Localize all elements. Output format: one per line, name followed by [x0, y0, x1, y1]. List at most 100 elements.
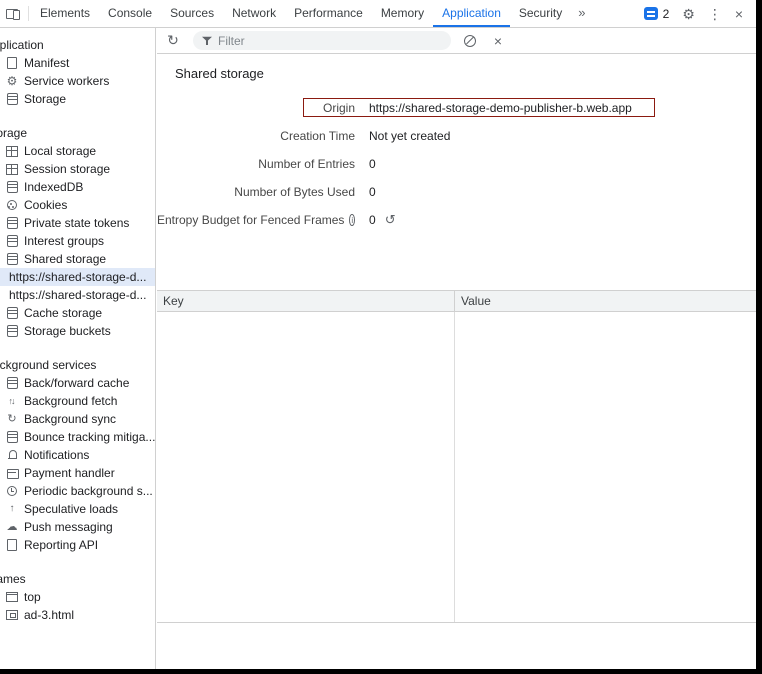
- sidebar-item-local-storage[interactable]: Local storage: [0, 142, 155, 160]
- sidebar-item-push-messaging[interactable]: Push messaging: [0, 518, 155, 536]
- entropy-row: Entropy Budget for Fenced Frames 0 ↺: [157, 206, 756, 234]
- sync-icon: [5, 412, 19, 426]
- sidebar-spacer: [0, 108, 155, 124]
- close-devtools-button[interactable]: ×: [735, 7, 743, 21]
- sidebar-item-speculative-loads[interactable]: Speculative loads: [0, 500, 155, 518]
- preview-pane: [157, 623, 756, 669]
- menu-button[interactable]: ⋮: [708, 7, 722, 21]
- origin-value: https://shared-storage-demo-publisher-b.…: [369, 101, 632, 115]
- sidebar-section-background-services[interactable]: Background services: [0, 356, 155, 374]
- sidebar-item-back-forward-cache[interactable]: Back/forward cache: [0, 374, 155, 392]
- sidebar-item-shared-storage[interactable]: Shared storage: [0, 250, 155, 268]
- arrows-up-down-icon: [5, 394, 19, 408]
- filter-box: [193, 31, 451, 50]
- sidebar-item-payment-handler[interactable]: Payment handler: [0, 464, 155, 482]
- tab-elements[interactable]: Elements: [31, 0, 99, 27]
- tab-performance[interactable]: Performance: [285, 0, 372, 27]
- info-icon[interactable]: [349, 214, 355, 226]
- sidebar-item-cookies[interactable]: Cookies: [0, 196, 155, 214]
- bytes-value: 0: [369, 185, 376, 199]
- sidebar-item-background-sync[interactable]: Background sync: [0, 410, 155, 428]
- column-header-value[interactable]: Value: [455, 291, 756, 311]
- tab-application[interactable]: Application: [433, 0, 510, 27]
- sidebar-section-frames[interactable]: Frames: [0, 570, 155, 588]
- origin-row: Origin https://shared-storage-demo-publi…: [157, 94, 756, 122]
- bell-icon: [5, 448, 19, 462]
- sidebar-item-notifications[interactable]: Notifications: [0, 446, 155, 464]
- application-sidebar: Application Manifest Service workers Sto…: [0, 28, 156, 669]
- sidebar-item-cache-storage[interactable]: Cache storage: [0, 304, 155, 322]
- sidebar-item-top[interactable]: top: [0, 588, 155, 606]
- table-body: [157, 312, 756, 622]
- entries-label: Number of Entries: [157, 157, 355, 171]
- shared-storage-content: Shared storage Origin https://shared-sto…: [157, 54, 756, 669]
- sidebar-item-storage[interactable]: Storage: [0, 90, 155, 108]
- issues-button[interactable]: 2: [644, 7, 670, 21]
- gear-icon: [5, 74, 19, 88]
- sidebar-item-bounce-tracking-mitiga[interactable]: Bounce tracking mitiga...: [0, 428, 155, 446]
- sidebar-item-background-fetch[interactable]: Background fetch: [0, 392, 155, 410]
- sidebar-item-private-state-tokens[interactable]: Private state tokens: [0, 214, 155, 232]
- table-icon: [5, 162, 19, 176]
- entropy-value: 0 ↺: [369, 212, 396, 228]
- sidebar-section-application[interactable]: Application: [0, 36, 155, 54]
- sidebar-item-manifest[interactable]: Manifest: [0, 54, 155, 72]
- topbar-actions: 2 ⚙ ⋮ ×: [644, 0, 756, 27]
- entries-row: Number of Entries 0: [157, 150, 756, 178]
- sidebar-section-storage[interactable]: Storage: [0, 124, 155, 142]
- creation-time-value: Not yet created: [369, 129, 450, 143]
- clear-all-button[interactable]: [461, 35, 479, 47]
- filter-icon: [202, 36, 212, 46]
- database-icon: [5, 216, 19, 230]
- refresh-button[interactable]: ↻: [163, 32, 183, 49]
- shared-storage-panel: ↻ × Shared storage Origin https://shared…: [157, 28, 756, 669]
- sidebar-item-https-shared-storage-d[interactable]: https://shared-storage-d...: [0, 286, 155, 304]
- divider: [28, 6, 29, 21]
- tab-console[interactable]: Console: [99, 0, 161, 27]
- filter-input[interactable]: [218, 34, 442, 48]
- more-tabs-button[interactable]: »: [571, 0, 592, 27]
- origin-label: Origin: [157, 101, 355, 115]
- sidebar-item-interest-groups[interactable]: Interest groups: [0, 232, 155, 250]
- table-header: Key Value: [157, 291, 756, 312]
- table-icon: [5, 144, 19, 158]
- frame-icon: [5, 590, 19, 604]
- clock-icon: [5, 484, 19, 498]
- sidebar-item-session-storage[interactable]: Session storage: [0, 160, 155, 178]
- page-title: Shared storage: [175, 66, 264, 81]
- delete-selected-button[interactable]: ×: [489, 34, 507, 48]
- payment-card-icon: [5, 466, 19, 480]
- sidebar-item-indexeddb[interactable]: IndexedDB: [0, 178, 155, 196]
- sidebar-spacer: [0, 554, 155, 570]
- tab-memory[interactable]: Memory: [372, 0, 433, 27]
- column-header-key[interactable]: Key: [157, 291, 455, 311]
- reset-budget-button[interactable]: ↺: [385, 212, 396, 228]
- issues-count: 2: [663, 7, 670, 21]
- sidebar-item-periodic-background-s[interactable]: Periodic background s...: [0, 482, 155, 500]
- sidebar-item-service-workers[interactable]: Service workers: [0, 72, 155, 90]
- tab-network[interactable]: Network: [223, 0, 285, 27]
- database-icon: [5, 306, 19, 320]
- tab-sources[interactable]: Sources: [161, 0, 223, 27]
- sidebar-spacer: [0, 340, 155, 356]
- device-toolbar-icon: [6, 8, 20, 20]
- tab-strip: Elements Console Sources Network Perform…: [31, 0, 571, 27]
- tab-security[interactable]: Security: [510, 0, 571, 27]
- sidebar-item-ad-3-html[interactable]: ad-3.html: [0, 606, 155, 624]
- settings-button[interactable]: ⚙: [682, 7, 695, 21]
- bytes-label: Number of Bytes Used: [157, 185, 355, 199]
- block-icon: [464, 35, 476, 47]
- database-icon: [5, 376, 19, 390]
- sidebar-item-reporting-api[interactable]: Reporting API: [0, 536, 155, 554]
- cookie-icon: [5, 198, 19, 212]
- device-toolbar-button[interactable]: [0, 0, 26, 27]
- entropy-label-text: Entropy Budget for Fenced Frames: [157, 213, 344, 227]
- tab-bar: Elements Console Sources Network Perform…: [0, 0, 756, 28]
- sidebar-item-storage-buckets[interactable]: Storage buckets: [0, 322, 155, 340]
- entries-value: 0: [369, 157, 376, 171]
- issues-icon: [644, 7, 658, 20]
- sidebar-item-https-shared-storage-d[interactable]: https://shared-storage-d...: [0, 268, 155, 286]
- bytes-row: Number of Bytes Used 0: [157, 178, 756, 206]
- database-icon: [5, 180, 19, 194]
- database-icon: [5, 92, 19, 106]
